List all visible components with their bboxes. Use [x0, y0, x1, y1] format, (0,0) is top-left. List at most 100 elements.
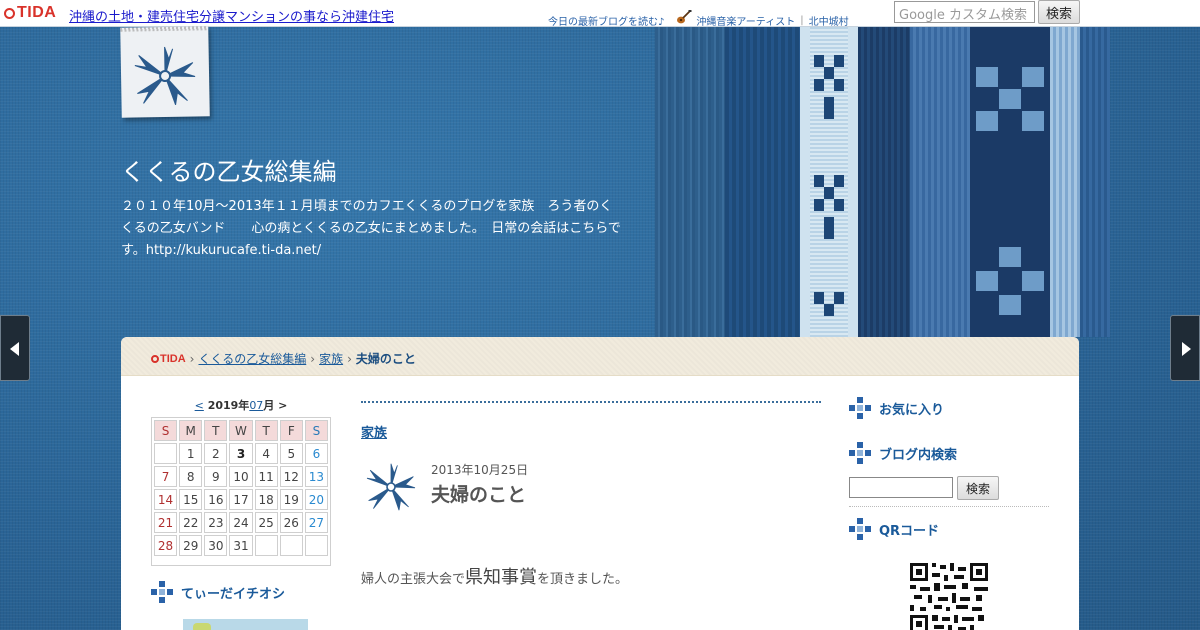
day-cell: 11 — [254, 466, 278, 487]
pattern-block — [834, 292, 844, 304]
day-cell: 23 — [204, 512, 228, 533]
day-cell — [304, 535, 328, 556]
weekday-cell: S — [304, 420, 328, 441]
breadcrumb-category-link[interactable]: 家族 — [319, 350, 343, 367]
pattern-block — [834, 79, 844, 91]
pattern-block — [976, 111, 998, 131]
day-cell: 20 — [304, 489, 328, 510]
day-cell: 18 — [254, 489, 278, 510]
textile-inner — [810, 27, 848, 337]
calendar-header: < 2019年07月 > — [151, 397, 331, 413]
sidebar-divider — [849, 506, 1049, 507]
pattern-block — [834, 175, 844, 187]
qr-heading-text: QRコード — [879, 523, 940, 539]
weekday-cell: F — [279, 420, 303, 441]
pattern-block — [1022, 271, 1044, 291]
tida-logo-text: TIDA — [17, 4, 57, 21]
day-cell: 24 — [229, 512, 253, 533]
blog-description: ２０１０年10月～2013年１１月頃までのカフエくくるのブログを家族 ろう者のく… — [121, 199, 621, 258]
blue-pattern-icon — [849, 442, 871, 464]
blog-title[interactable]: くくるの乙女総集編 — [121, 152, 337, 187]
day-cell: 5 — [279, 443, 303, 464]
weekday-cell: S — [154, 420, 178, 441]
prev-page-button[interactable] — [0, 315, 30, 381]
pattern-block — [834, 55, 844, 67]
breadcrumb-separator: › — [310, 351, 316, 366]
weekday-cell: T — [204, 420, 228, 441]
calendar-next-link[interactable]: > — [278, 399, 287, 412]
breadcrumb-separator: › — [189, 351, 195, 366]
pattern-block — [824, 187, 834, 199]
day-cell: 7 — [154, 466, 178, 487]
recommend-heading: てぃーだイチオシ — [151, 581, 285, 603]
day-cell: 26 — [279, 512, 303, 533]
day-cell: 16 — [204, 489, 228, 510]
textile-stripe-a — [655, 27, 725, 337]
entry-divider — [361, 401, 821, 403]
day-cell: 10 — [229, 466, 253, 487]
day-cell: 19 — [279, 489, 303, 510]
day-cell — [154, 443, 178, 464]
tida-mini-text: TIDA — [160, 352, 186, 365]
pattern-block — [976, 67, 998, 87]
pattern-block — [814, 199, 824, 211]
blog-logo-tag[interactable] — [120, 26, 210, 118]
day-cell: 30 — [204, 535, 228, 556]
sponsor-link[interactable]: 沖縄の土地・建売住宅分譲マンションの事なら沖建住宅 — [69, 6, 394, 25]
calendar-month-link[interactable]: 07 — [249, 399, 263, 412]
breadcrumb-blog-link[interactable]: くくるの乙女総集編 — [198, 350, 306, 367]
calendar-week-row: 21 22 23 24 25 26 27 — [154, 512, 328, 533]
textile-stripe-f — [970, 27, 1050, 337]
calendar-week-row: 14 15 16 17 18 19 20 — [154, 489, 328, 510]
weekday-cell: W — [229, 420, 253, 441]
google-search-button[interactable]: 検索 — [1038, 0, 1080, 24]
entry-body: 婦人の主張大会で県知事賞を頂きました。 — [361, 563, 628, 589]
breadcrumb-separator: › — [347, 351, 352, 366]
blog-search-input[interactable] — [849, 477, 953, 498]
tida-mini-logo[interactable]: TIDA — [151, 353, 186, 365]
google-search-input[interactable]: Google カスタム検索 — [894, 1, 1035, 23]
day-cell: 12 — [279, 466, 303, 487]
favorites-heading: お気に入り — [849, 397, 944, 419]
entry-date: 2013年10月25日 — [431, 463, 529, 477]
content-panel: TIDA › くくるの乙女総集編 › 家族 › 夫婦のこと < 2019年07月… — [121, 337, 1079, 630]
pattern-block — [814, 292, 824, 304]
breadcrumb-current: 夫婦のこと — [355, 352, 416, 366]
day-cell: 31 — [229, 535, 253, 556]
day-cell: 1 — [179, 443, 203, 464]
pattern-block — [1022, 111, 1044, 131]
recommend-banner[interactable] — [183, 619, 308, 630]
entry-category-link[interactable]: 家族 — [361, 422, 387, 441]
day-cell: 15 — [179, 489, 203, 510]
tida-logo[interactable]: TIDA — [4, 4, 56, 22]
qr-heading: QRコード — [849, 518, 939, 540]
okinawa-music-link[interactable]: 沖縄音楽アーティスト — [696, 13, 795, 28]
weekday-cell: M — [179, 420, 203, 441]
calendar-prev-link[interactable]: < — [195, 399, 204, 412]
entry-title: 夫婦のこと — [431, 484, 527, 506]
entry-body-emphasis: 県知事賞 — [465, 567, 538, 588]
pattern-block — [834, 199, 844, 211]
top-bar: TIDA 沖縄の土地・建売住宅分譲マンションの事なら沖建住宅 今日の最新ブログを… — [0, 0, 1200, 28]
calendar-weekday-row: S M T W T F S — [154, 420, 328, 441]
flower-icon — [134, 46, 196, 105]
blog-search-button[interactable]: 検索 — [957, 476, 999, 500]
entry-body-prefix: 婦人の主張大会で — [361, 572, 466, 587]
latest-blogs-link[interactable]: 今日の最新ブログを読む♪ — [548, 13, 664, 28]
kitanakagusuku-link[interactable]: 北中城村 — [809, 13, 849, 28]
entry-body-suffix: を頂きました。 — [537, 572, 629, 587]
weekday-cell: T — [254, 420, 278, 441]
breadcrumb: TIDA › くくるの乙女総集編 › 家族 › 夫婦のこと — [151, 350, 416, 367]
day-cell: 6 — [304, 443, 328, 464]
calendar-week-row: 7 8 9 10 11 12 13 — [154, 466, 328, 487]
tida-ring-icon — [4, 7, 15, 19]
pattern-block — [1022, 67, 1044, 87]
textile-stripe-h — [1080, 27, 1110, 337]
next-page-button[interactable] — [1170, 315, 1200, 381]
breadcrumb-bar: TIDA › くくるの乙女総集編 › 家族 › 夫婦のこと — [121, 337, 1079, 376]
day-cell: 13 — [304, 466, 328, 487]
textile-stripe-c — [800, 27, 858, 337]
guitar-icon — [677, 9, 692, 23]
qr-code-icon — [910, 563, 988, 630]
day-cell: 4 — [254, 443, 278, 464]
